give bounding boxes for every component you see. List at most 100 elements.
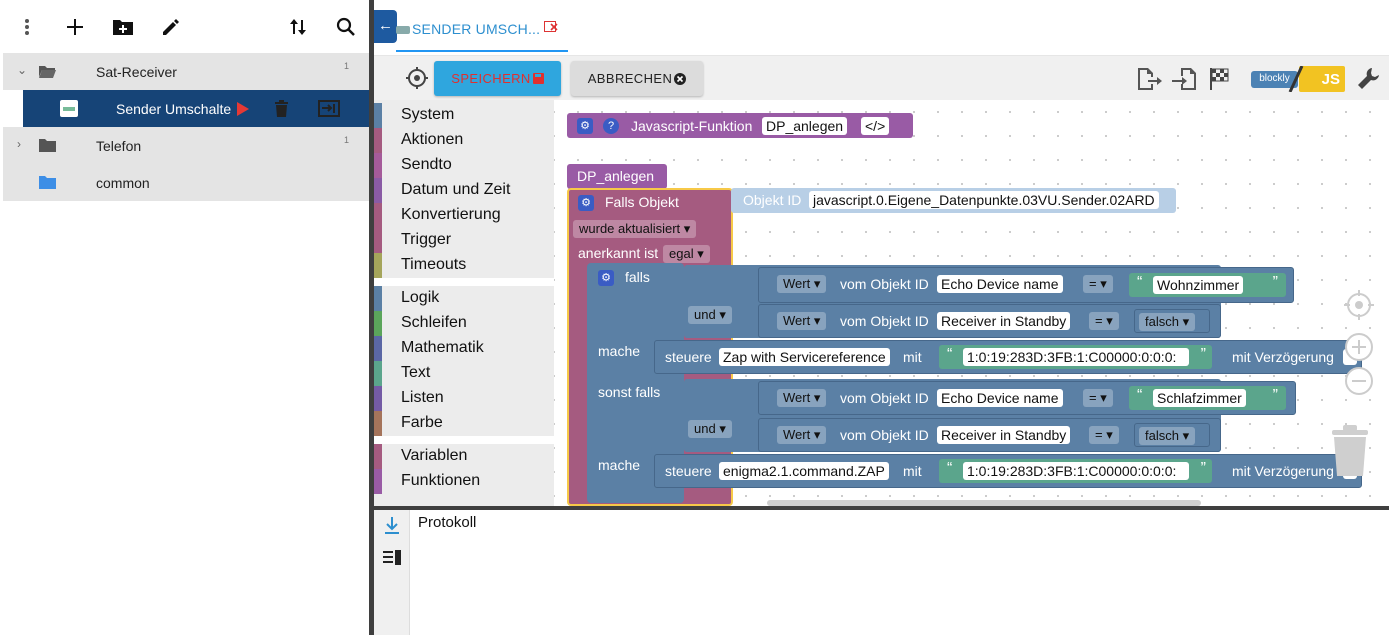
checkered-flag-icon[interactable] — [1207, 66, 1233, 92]
object-name-field[interactable]: Receiver in Standby — [937, 426, 1071, 444]
zoom-in-icon[interactable] — [1344, 332, 1374, 362]
recenter-icon[interactable] — [1344, 290, 1374, 320]
editor-area: ← SENDER UMSCH... SPEICHERN ABBRECHEN bl… — [374, 0, 1389, 635]
play-icon[interactable] — [237, 102, 249, 116]
cancel-button[interactable]: ABBRECHEN — [571, 61, 703, 96]
category-text[interactable]: Text — [374, 361, 554, 386]
text-field[interactable]: 1:0:19:283D:3FB:1:C00000:0:0:0: — [963, 348, 1189, 366]
save-button[interactable]: SPEICHERN — [434, 61, 561, 96]
object-name-field[interactable]: Echo Device name — [937, 389, 1063, 407]
blockly-js-toggle[interactable]: blockly JS — [1246, 66, 1345, 92]
create-folder-icon[interactable] — [109, 13, 137, 41]
boolean-block[interactable]: falsch ▾ — [1134, 309, 1210, 333]
text-block[interactable]: “ 1:0:19:283D:3FB:1:C00000:0:0:0: ” — [939, 459, 1212, 483]
category-mathematik[interactable]: Mathematik — [374, 336, 554, 361]
more-vert-icon[interactable] — [13, 13, 41, 41]
category-schleifen[interactable]: Schleifen — [374, 311, 554, 336]
category-sendto[interactable]: Sendto — [374, 153, 554, 178]
tree-empty-area — [3, 201, 371, 635]
save-icon — [532, 73, 544, 84]
operator-dropdown[interactable]: = ▾ — [1089, 312, 1119, 330]
add-icon[interactable] — [61, 13, 89, 41]
search-icon[interactable] — [332, 13, 360, 41]
category-trigger[interactable]: Trigger — [374, 228, 554, 253]
value-dropdown[interactable]: Wert ▾ — [777, 312, 827, 330]
text-field[interactable]: Schlafzimmer — [1153, 389, 1246, 407]
and-dropdown[interactable]: und ▾ — [688, 306, 732, 324]
trigger-mode-dropdown[interactable]: wurde aktualisiert ▾ — [573, 220, 697, 238]
gear-icon[interactable]: ⚙ — [578, 195, 594, 211]
zoom-out-icon[interactable] — [1344, 366, 1374, 396]
js-code-button[interactable]: </> — [861, 117, 890, 135]
sort-icon[interactable] — [284, 13, 312, 41]
category-funktionen[interactable]: Funktionen — [374, 469, 554, 494]
category-datum-und-zeit[interactable]: Datum und Zeit — [374, 178, 554, 203]
operator-dropdown[interactable]: = ▾ — [1083, 275, 1113, 293]
close-tab-icon[interactable] — [544, 21, 558, 33]
value-dropdown[interactable]: Wert ▾ — [777, 426, 827, 444]
and-dropdown[interactable]: und ▾ — [688, 420, 732, 438]
move-script-icon[interactable] — [318, 100, 340, 117]
tree-folder-sat-receiver[interactable]: ⌄ Sat-Receiver 1 — [3, 53, 371, 90]
text-field[interactable]: Wohnzimmer — [1153, 276, 1244, 294]
tree-folder-common[interactable]: common — [3, 164, 371, 201]
operator-dropdown[interactable]: = ▾ — [1089, 426, 1119, 444]
import-icon[interactable] — [1171, 66, 1197, 92]
js-function-name-field[interactable]: DP_anlegen — [762, 117, 848, 135]
tree-folder-telefon[interactable]: › Telefon 1 — [3, 127, 371, 164]
chevron-right-icon[interactable]: › — [17, 137, 21, 151]
operator-dropdown[interactable]: = ▾ — [1083, 389, 1113, 407]
gear-icon[interactable]: ⚙ — [577, 118, 593, 134]
chevron-down-icon[interactable]: ⌄ — [17, 63, 27, 77]
trigger-ack-label: anerkannt ist — [578, 245, 659, 261]
text-field[interactable]: 1:0:19:283D:3FB:1:C00000:0:0:0: — [963, 462, 1189, 480]
js-function-block[interactable]: ⚙ ? Javascript-Funktion DP_anlegen </> — [567, 113, 913, 138]
edit-icon[interactable] — [157, 13, 185, 41]
category-system[interactable]: System — [374, 103, 554, 128]
compare-block[interactable]: Wert ▾ vom Objekt ID Receiver in Standby… — [758, 304, 1221, 338]
control-target-field[interactable]: Zap with Servicereference — [719, 348, 890, 366]
category-aktionen[interactable]: Aktionen — [374, 128, 554, 153]
wrench-icon[interactable] — [1356, 66, 1382, 92]
control-block[interactable]: steuere enigma2.1.command.ZAP mit “ 1:0:… — [654, 454, 1362, 488]
category-timeouts[interactable]: Timeouts — [374, 253, 554, 278]
category-farbe[interactable]: Farbe — [374, 411, 554, 436]
value-dropdown[interactable]: Wert ▾ — [777, 275, 827, 293]
blockly-workspace[interactable]: System Aktionen Sendto Datum und Zeit Ko… — [374, 100, 1389, 506]
collapse-sidebar-button[interactable]: ← — [374, 10, 397, 43]
text-block[interactable]: “ Schlafzimmer ” — [1129, 386, 1286, 410]
object-id-field[interactable]: javascript.0.Eigene_Datenpunkte.03VU.Sen… — [809, 191, 1159, 209]
category-logik[interactable]: Logik — [374, 286, 554, 311]
value-dropdown[interactable]: Wert ▾ — [777, 389, 827, 407]
tree-folder-count: 1 — [343, 61, 349, 71]
blockly-toolbox: System Aktionen Sendto Datum und Zeit Ko… — [374, 100, 554, 506]
delete-icon[interactable] — [274, 100, 289, 117]
category-variablen[interactable]: Variablen — [374, 444, 554, 469]
tree-script-sender-umschalte[interactable]: Sender Umschalte — [23, 90, 371, 127]
compare-block[interactable]: Wert ▾ vom Objekt ID Receiver in Standby… — [758, 418, 1221, 452]
control-block[interactable]: steuere Zap with Servicereference mit “ … — [654, 340, 1362, 374]
trigger-ack-dropdown[interactable]: egal ▾ — [663, 245, 710, 263]
gear-icon[interactable]: ⚙ — [598, 270, 614, 286]
text-block[interactable]: “ Wohnzimmer ” — [1129, 273, 1286, 297]
object-id-block[interactable]: Objekt ID javascript.0.Eigene_Datenpunkt… — [731, 188, 1176, 213]
object-name-field[interactable]: Receiver in Standby — [937, 312, 1071, 330]
compare-block[interactable]: Wert ▾ vom Objekt ID Echo Device name = … — [758, 267, 1294, 303]
control-target-field[interactable]: enigma2.1.command.ZAP — [719, 462, 889, 480]
log-list-icon[interactable] — [383, 550, 401, 566]
boolean-dropdown[interactable]: falsch ▾ — [1139, 427, 1196, 445]
boolean-block[interactable]: falsch ▾ — [1134, 423, 1210, 447]
compare-block[interactable]: Wert ▾ vom Objekt ID Echo Device name = … — [758, 381, 1296, 415]
category-listen[interactable]: Listen — [374, 386, 554, 411]
procedure-call-block[interactable]: DP_anlegen — [567, 164, 667, 189]
boolean-dropdown[interactable]: falsch ▾ — [1139, 313, 1196, 331]
object-name-field[interactable]: Echo Device name — [937, 275, 1063, 293]
export-icon[interactable] — [1136, 66, 1162, 92]
target-icon[interactable] — [406, 67, 428, 89]
category-konvertierung[interactable]: Konvertierung — [374, 203, 554, 228]
help-icon[interactable]: ? — [603, 118, 619, 134]
text-block[interactable]: “ 1:0:19:283D:3FB:1:C00000:0:0:0: ” — [939, 345, 1212, 369]
trash-icon[interactable] — [1328, 422, 1372, 476]
scroll-down-icon[interactable] — [384, 516, 400, 534]
tab-sender-umschalte[interactable]: SENDER UMSCH... — [396, 8, 568, 52]
